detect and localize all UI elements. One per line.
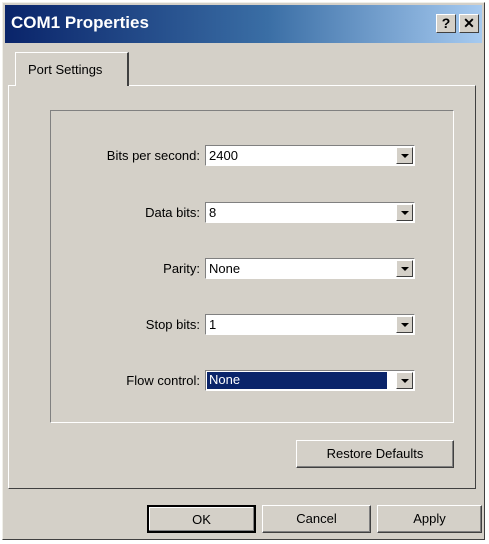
tab-port-settings[interactable]: Port Settings [15,52,129,86]
ok-button[interactable]: OK [147,505,256,533]
parity-label: Parity: [163,261,200,276]
stop-bits-value: 1 [209,317,217,332]
window-title: COM1 Properties [11,13,149,32]
title-bar[interactable]: COM1 Properties ? ✕ [5,5,482,43]
flow-control-value: None [207,372,387,389]
bits-per-second-value: 2400 [209,148,238,163]
close-button[interactable]: ✕ [459,14,479,33]
restore-defaults-button[interactable]: Restore Defaults [296,440,454,468]
cancel-button[interactable]: Cancel [262,505,371,533]
chevron-down-icon [401,154,409,158]
stop-bits-label: Stop bits: [145,317,200,332]
chevron-down-icon [401,379,409,383]
data-bits-dropdown-button[interactable] [396,204,413,221]
chevron-down-icon [401,323,409,327]
bits-per-second-select[interactable]: 2400 [205,145,415,166]
flow-control-select[interactable]: None [205,370,415,391]
chevron-down-icon [401,267,409,271]
stop-bits-dropdown-button[interactable] [396,316,413,333]
apply-button[interactable]: Apply [377,505,482,533]
stop-bits-select[interactable]: 1 [205,314,415,335]
bits-per-second-dropdown-button[interactable] [396,147,413,164]
help-button[interactable]: ? [436,14,456,33]
data-bits-select[interactable]: 8 [205,202,415,223]
parity-dropdown-button[interactable] [396,260,413,277]
bits-per-second-label: Bits per second: [106,148,200,163]
data-bits-label: Data bits: [145,205,200,220]
parity-value: None [209,261,241,276]
chevron-down-icon [401,211,409,215]
parity-select[interactable]: None [205,258,415,279]
flow-control-dropdown-button[interactable] [396,372,413,389]
flow-control-label: Flow control: [126,373,200,388]
tab-label: Port Settings [28,62,103,77]
data-bits-value: 8 [209,205,217,220]
